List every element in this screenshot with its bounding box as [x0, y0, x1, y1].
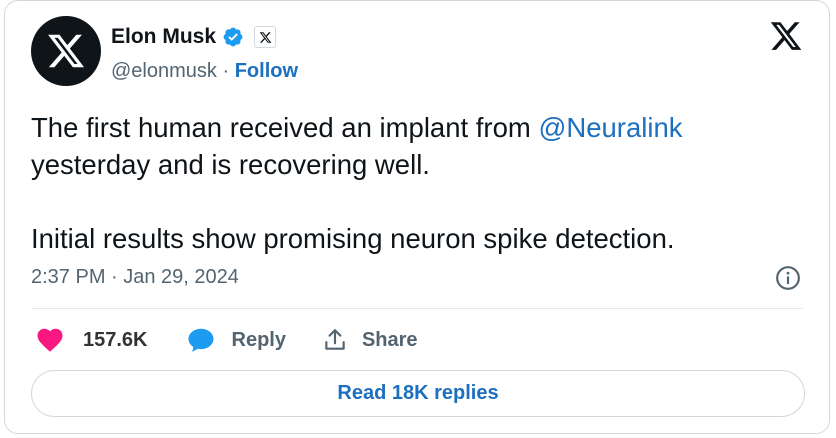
reply-bubble-icon [188, 328, 213, 352]
action-bar: 157.6K Reply Share [35, 325, 418, 355]
like-button[interactable]: 157.6K [35, 325, 186, 355]
tweet-paragraph-1: The first human received an implant from… [31, 109, 791, 183]
reply-button[interactable]: Reply [186, 325, 322, 355]
share-icon [325, 329, 345, 350]
avatar[interactable] [31, 16, 101, 86]
x-logo-icon[interactable] [769, 19, 803, 53]
x-affiliation-badge-icon [254, 26, 277, 48]
divider [31, 308, 803, 309]
mention-link[interactable]: @Neuralink [538, 112, 682, 143]
tweet-paragraph-2: Initial results show promising neuron sp… [31, 223, 675, 254]
x-logo-icon [48, 34, 85, 68]
author-handle[interactable]: @elonmusk [111, 60, 217, 82]
handle-row: @elonmusk · Follow [111, 60, 298, 83]
share-button[interactable]: Share [322, 327, 418, 353]
tweet-text-part: The first human received an implant from [31, 112, 539, 143]
heart-icon [37, 328, 63, 352]
read-replies-button[interactable]: Read 18K replies [31, 370, 805, 417]
tweet-text: The first human received an implant from… [31, 109, 791, 257]
share-label: Share [361, 328, 418, 351]
tweet-card: Elon Musk @elonmusk · Follow The first h… [4, 0, 830, 434]
tweet-text-part: yesterday and is recovering well. [31, 149, 430, 180]
author-name[interactable]: Elon Musk [111, 25, 216, 49]
reply-label: Reply [231, 328, 286, 351]
info-icon[interactable] [775, 265, 801, 291]
like-count: 157.6K [83, 328, 148, 351]
separator: · [222, 60, 230, 82]
verified-badge-icon [223, 27, 243, 47]
follow-button[interactable]: Follow [235, 60, 298, 82]
tweet-timestamp[interactable]: 2:37 PM · Jan 29, 2024 [31, 266, 239, 289]
author-name-row: Elon Musk [111, 25, 277, 49]
